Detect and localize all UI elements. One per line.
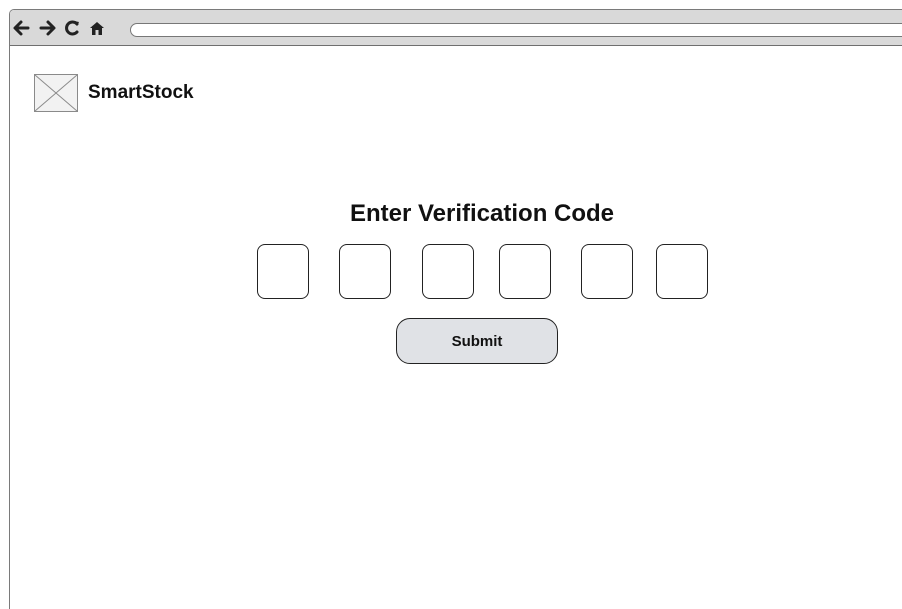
verification-code-input-3[interactable] <box>422 244 474 299</box>
image-placeholder-icon <box>34 74 78 112</box>
browser-toolbar <box>10 10 902 46</box>
verification-code-input-1[interactable] <box>257 244 309 299</box>
reload-icon[interactable] <box>61 17 83 39</box>
verification-code-input-6[interactable] <box>656 244 708 299</box>
verification-code-input-5[interactable] <box>581 244 633 299</box>
back-arrow-icon[interactable] <box>11 17 33 39</box>
verification-code-input-2[interactable] <box>339 244 391 299</box>
address-bar[interactable] <box>130 23 902 37</box>
submit-button[interactable]: Submit <box>396 318 558 364</box>
verification-code-input-4[interactable] <box>499 244 551 299</box>
brand-name: SmartStock <box>88 82 194 103</box>
verification-title: Enter Verification Code <box>349 200 615 227</box>
home-icon[interactable] <box>86 17 108 39</box>
forward-arrow-icon[interactable] <box>36 17 58 39</box>
